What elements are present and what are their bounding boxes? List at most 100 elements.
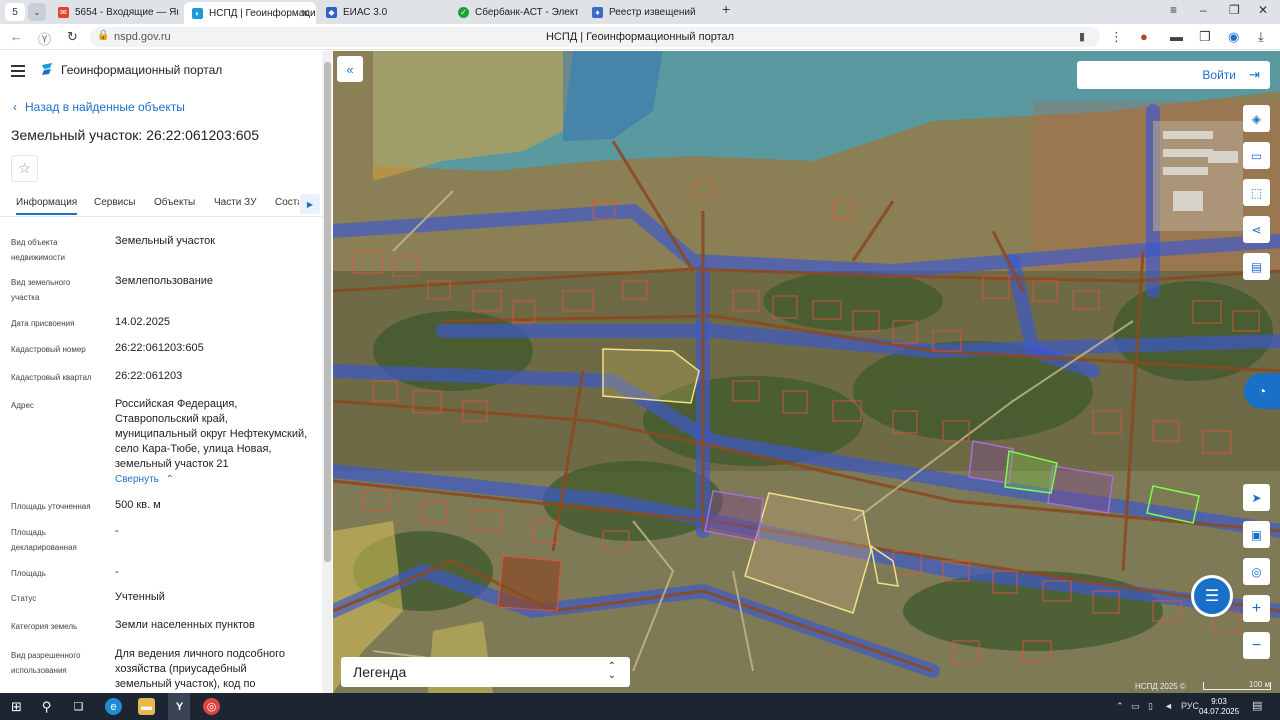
legend-dropdown[interactable]: Легенда ⌃ ⌄	[341, 657, 630, 687]
star-icon: ☆	[18, 160, 31, 176]
tab-count-badge[interactable]: 5	[5, 3, 25, 21]
clock-date: 04.07.2025	[1199, 707, 1240, 716]
yandex-browser-icon[interactable]: Y	[171, 698, 188, 715]
network-icon[interactable]: ▭	[1131, 701, 1140, 712]
windows-start-icon[interactable]: ⊞	[8, 698, 25, 715]
collapse-panel-button[interactable]: «	[337, 56, 363, 82]
property-label: Площадь декларированная	[11, 528, 77, 552]
tab-mail[interactable]: ✉ 5654 - Входящие — Яндекс	[50, 2, 178, 22]
browser-menu-icon[interactable]: ≡	[1170, 3, 1177, 17]
property-value: 500 кв. м	[115, 499, 161, 511]
scale-label: 100 м	[1248, 680, 1270, 689]
profile-icon[interactable]: ◉	[1228, 29, 1239, 45]
hamburger-menu-icon[interactable]	[11, 65, 25, 80]
app-icon[interactable]: ◎	[203, 698, 220, 715]
collections-icon[interactable]: ❒	[1199, 29, 1211, 45]
bookmark-icon[interactable]: ▮	[1079, 30, 1085, 43]
layers-button[interactable]: ◈	[1243, 105, 1270, 132]
portal-title: Геоинформационный портал	[61, 63, 223, 77]
portal-logo-icon	[42, 63, 52, 75]
select-area-button[interactable]: ⬚	[1243, 179, 1270, 206]
registry-icon: ♦	[592, 6, 603, 18]
chat-icon: ☰	[1204, 588, 1220, 605]
property-value: -	[115, 566, 119, 578]
zoom-out-button[interactable]: −	[1243, 632, 1270, 659]
legend-label: Легенда	[353, 664, 407, 680]
tabs-scroll-right-icon[interactable]: ▶	[300, 194, 320, 214]
tab-eias[interactable]: ◆ ЕИАС 3.0	[318, 2, 446, 22]
property-label: Вид объекта недвижимости	[11, 238, 65, 262]
extension-icon[interactable]: ●	[1140, 29, 1148, 44]
file-explorer-icon[interactable]: ▬	[138, 698, 155, 715]
tab-label: ЕИАС 3.0	[343, 6, 388, 18]
chat-button[interactable]: ☰	[1191, 575, 1233, 617]
language-indicator[interactable]: РУС	[1181, 701, 1199, 711]
property-label: Адрес	[11, 401, 34, 410]
info-tabs: Информация Сервисы Объекты Части ЗУ Сост…	[0, 191, 322, 217]
tab-information[interactable]: Информация	[16, 197, 78, 215]
ruler-icon: ▭	[1250, 148, 1263, 163]
object-title: Земельный участок: 26:22:061203:605	[11, 127, 260, 143]
edge-browser-icon[interactable]: e	[105, 698, 122, 715]
system-clock[interactable]: 9:03 04.07.2025	[1199, 697, 1239, 717]
property-value: Земельный участок	[115, 235, 216, 247]
collapse-label: Свернуть	[115, 474, 159, 485]
tab-land-parts[interactable]: Части ЗУ	[214, 197, 256, 208]
tabs-dropdown-button[interactable]: ⌄	[28, 3, 46, 21]
property-label: Категория земель	[11, 622, 78, 631]
double-chevron-left-icon: «	[346, 61, 354, 77]
location-button[interactable]: ◎	[1243, 558, 1270, 585]
page-title: НСПД | Геоинформационный портал	[545, 31, 735, 43]
search-icon[interactable]: ⚲	[38, 698, 55, 715]
tab-registry[interactable]: ♦ Реестр извещений	[584, 2, 712, 22]
share-icon: ⋖	[1251, 222, 1262, 237]
downloads-icon[interactable]: ⤓	[1258, 29, 1264, 45]
task-view-icon[interactable]: ❏	[70, 698, 87, 715]
new-tab-plus-icon[interactable]: +	[722, 1, 730, 17]
basemap-button[interactable]: ▣	[1243, 521, 1270, 548]
favorite-star-button[interactable]: ☆	[11, 155, 38, 182]
tab-nspd[interactable]: ◐ НСПД | Геоинформацион ✕	[184, 2, 316, 24]
property-label: Кадастровый квартал	[11, 373, 92, 382]
property-value: Для ведения личного подсобного хозяйства…	[115, 648, 286, 690]
print-icon: ▤	[1250, 259, 1263, 274]
property-label: Вид разрешенного использования	[11, 651, 81, 675]
select-area-icon: ⬚	[1250, 185, 1263, 200]
back-to-results-link[interactable]: ‹ Назад в найденные объекты	[13, 100, 185, 114]
tab-services[interactable]: Сервисы	[94, 197, 135, 208]
nspd-icon: ◐	[192, 7, 203, 19]
zoom-in-button[interactable]: +	[1243, 595, 1270, 622]
share-button[interactable]: ⋖	[1243, 216, 1270, 243]
restore-icon[interactable]: ❐	[1229, 3, 1240, 17]
close-tab-icon[interactable]: ✕	[301, 7, 310, 20]
mail-icon: ✉	[58, 6, 69, 18]
tab-composition[interactable]: Состав	[275, 197, 299, 208]
collapse-link[interactable]: Свернуть ⌃	[115, 472, 315, 487]
service-badge-button[interactable]: ◔	[1244, 373, 1280, 409]
more-menu-icon[interactable]: ⋮	[1110, 29, 1123, 45]
volume-icon[interactable]: ◄	[1164, 701, 1173, 711]
print-button[interactable]: ▤	[1243, 253, 1270, 280]
property-label: Вид земельного участка	[11, 278, 71, 302]
expand-collapse-icon: ⌃ ⌄	[607, 661, 616, 681]
layers-icon: ◈	[1251, 111, 1262, 126]
incognito-icon[interactable]: ▬	[1170, 29, 1183, 44]
browser-tab-bar: 5 ⌄ ✉ 5654 - Входящие — Яндекс ◐ НСПД | …	[0, 0, 1280, 24]
geolocate-button[interactable]: ➤	[1243, 484, 1270, 511]
measure-button[interactable]: ▭	[1243, 142, 1270, 169]
tray-overflow-icon[interactable]: ⌃	[1116, 701, 1124, 712]
property-value: 26:22:061203:605	[115, 342, 204, 354]
basemap-icon: ▣	[1250, 527, 1263, 542]
map-view[interactable]: « Войти ⇥ ◈ ▭ ⬚ ⋖ ▤ ◔ ➤ ▣ ◎ + − ☰ Легенд…	[333, 51, 1280, 693]
tab-objects[interactable]: Объекты	[154, 197, 195, 208]
minimize-icon[interactable]: –	[1200, 3, 1207, 17]
close-window-icon[interactable]: ✕	[1258, 3, 1268, 17]
tab-sberbank-ast[interactable]: ✓ Сбербанк-АСТ - Электрон	[450, 2, 578, 22]
property-label: Статус	[11, 594, 37, 603]
notifications-icon[interactable]: ▤	[1252, 699, 1262, 712]
panel-scrollbar-thumb[interactable]	[324, 62, 331, 562]
login-button[interactable]: Войти ⇥	[1077, 61, 1270, 89]
satellite-map[interactable]	[333, 51, 1280, 693]
battery-icon[interactable]: ▯	[1148, 701, 1153, 712]
property-value: Землепользование	[115, 275, 214, 287]
